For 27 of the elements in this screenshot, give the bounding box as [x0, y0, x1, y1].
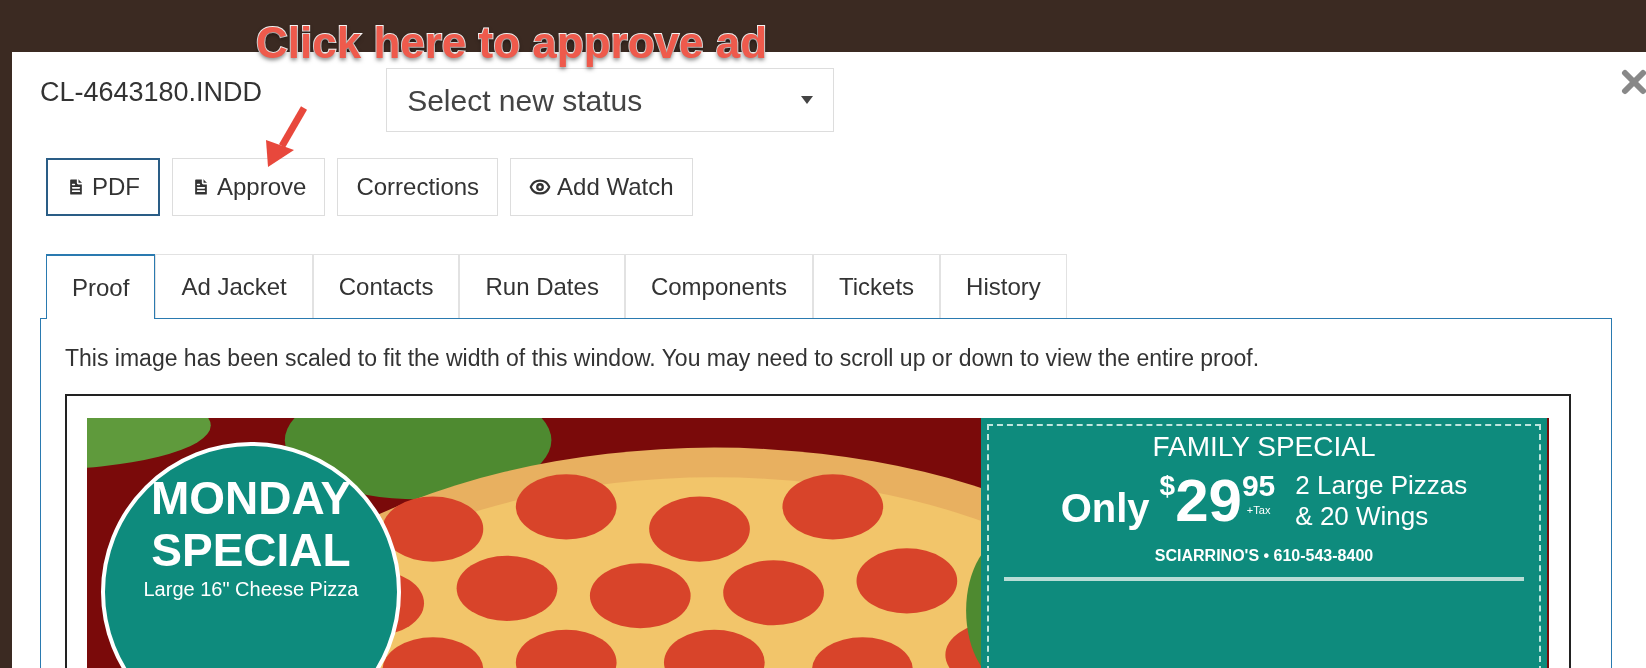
restaurant-contact: SCIARRINO'S • 610-543-8400 — [1154, 546, 1374, 566]
currency-symbol: $ — [1159, 469, 1176, 501]
badge-heading: MONDAY — [150, 472, 352, 524]
tab[interactable]: Components — [624, 254, 813, 318]
toolbar-button[interactable]: Add Watch — [510, 158, 693, 216]
price-cents: 95 — [1241, 469, 1276, 503]
badge-heading: SPECIAL — [151, 524, 351, 576]
tab[interactable]: Tickets — [812, 254, 941, 318]
coupon-heading: FAMILY SPECIAL — [1152, 430, 1376, 464]
toolbar-button[interactable]: Approve — [172, 158, 326, 216]
price-dollars: 29 — [1175, 469, 1242, 533]
tab[interactable]: Run Dates — [459, 254, 625, 318]
toolbar-button[interactable]: Corrections — [337, 158, 499, 216]
dialog-title: CL-4643180.INDD — [40, 76, 263, 109]
tab[interactable]: History — [940, 254, 1067, 318]
offer-line: 2 Large Pizzas — [1295, 470, 1468, 501]
scaling-notice: This image has been scaled to fit the width of this window. You may need to scroll up or down to view the entire proof. — [65, 344, 1261, 373]
caret-icon — [801, 96, 814, 104]
price-label: Only — [1060, 485, 1150, 532]
tab[interactable]: Proof — [46, 254, 156, 319]
tab[interactable]: Contacts — [312, 254, 460, 318]
offer-line: & 20 Wings — [1295, 501, 1430, 532]
toolbar-button[interactable]: PDF — [46, 158, 160, 216]
badge-subtitle: Large 16" Cheese Pizza — [143, 577, 359, 602]
tab[interactable]: Ad Jacket — [155, 254, 313, 318]
status-select[interactable]: Select new status — [386, 68, 835, 132]
tax-note: +Tax — [1246, 503, 1271, 517]
